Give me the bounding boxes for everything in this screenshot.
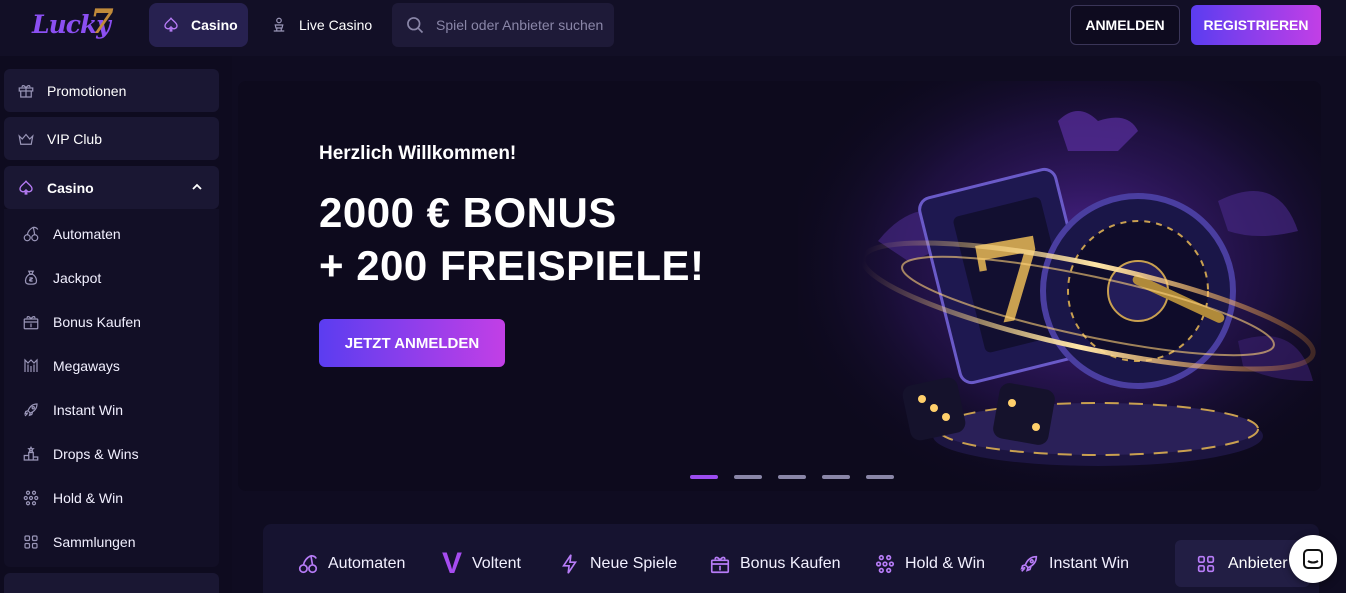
gift-dollar-icon xyxy=(23,316,39,330)
spade-icon xyxy=(19,179,33,195)
submenu-item-drops-wins[interactable]: Drops & Wins xyxy=(22,444,139,464)
submenu-item-label: Megaways xyxy=(53,358,120,374)
submenu-item-label: Bonus Kaufen xyxy=(53,314,141,330)
slot-machine-illustration: 7 xyxy=(798,81,1321,491)
rocket-icon xyxy=(24,403,38,417)
submenu-item-megaways[interactable]: Megaways xyxy=(22,356,120,376)
cherry-icon xyxy=(298,554,318,574)
search-icon xyxy=(407,17,424,34)
voltent-v-logo: V xyxy=(442,547,463,580)
submenu-item-label: Sammlungen xyxy=(53,534,136,550)
submenu-item-hold-win[interactable]: Hold & Win xyxy=(22,488,123,508)
tab-casino-label: Casino xyxy=(191,17,238,33)
providers-label: Anbieter xyxy=(1228,554,1288,572)
cherry-icon xyxy=(23,226,39,242)
category-label: Hold & Win xyxy=(905,555,986,572)
dealer-icon xyxy=(273,17,285,32)
category-voltent[interactable]: V Voltent xyxy=(442,547,521,580)
tab-live-casino[interactable]: Live Casino xyxy=(270,3,385,47)
carousel-dot[interactable] xyxy=(866,475,894,479)
submenu-item-bonus-kaufen[interactable]: Bonus Kaufen xyxy=(22,312,141,332)
hero-title: 2000 € BONUS + 200 FREISPIELE! xyxy=(319,186,704,292)
sidebar-item-label: Casino xyxy=(47,179,94,196)
category-label: Instant Win xyxy=(1049,555,1130,572)
submenu-item-label: Instant Win xyxy=(53,402,124,418)
category-bar: Automaten V Voltent Neue Spiele Bonus Ka… xyxy=(263,524,1319,593)
grid-icon xyxy=(24,535,38,549)
carousel-indicators xyxy=(690,475,894,479)
sidebar: Promotionen VIP Club Casino Automaten Ja… xyxy=(0,56,232,593)
top-header: Lucky 7 Casino Live Casino ANMELDEN REGI… xyxy=(0,0,1346,56)
carousel-dot[interactable] xyxy=(690,475,718,479)
money-bag-icon xyxy=(24,270,38,285)
chat-icon xyxy=(1303,549,1323,569)
hero-banner: 7 Herzlich Willkommen! 2000 € BONUS + 20… xyxy=(238,81,1321,491)
dots-grid-icon xyxy=(23,490,39,506)
podium-icon xyxy=(23,445,39,461)
gift-icon xyxy=(18,84,34,98)
hero-subtitle: Herzlich Willkommen! xyxy=(319,143,517,164)
sidebar-item-casino[interactable]: Casino xyxy=(4,166,219,209)
gift-dollar-icon xyxy=(710,556,730,574)
carousel-dot[interactable] xyxy=(822,475,850,479)
submenu-item-instant-win[interactable]: Instant Win xyxy=(22,400,123,420)
rocket-icon xyxy=(1020,555,1038,572)
submenu-item-label: Automaten xyxy=(53,226,121,242)
category-neue-spiele[interactable]: Neue Spiele xyxy=(559,551,677,577)
chat-support-button[interactable] xyxy=(1289,535,1337,583)
carousel-dot[interactable] xyxy=(778,475,806,479)
tab-casino[interactable]: Casino xyxy=(149,3,248,47)
category-instant-win[interactable]: Instant Win xyxy=(1018,551,1129,577)
register-button[interactable]: REGISTRIEREN xyxy=(1191,5,1321,45)
lucky7-logo[interactable]: Lucky 7 xyxy=(30,2,120,44)
submenu-item-sammlungen[interactable]: Sammlungen xyxy=(22,532,136,552)
sidebar-item-next[interactable] xyxy=(4,573,219,593)
crown-icon xyxy=(18,133,34,145)
submenu-item-automaten[interactable]: Automaten xyxy=(22,224,121,244)
submenu-item-label: Drops & Wins xyxy=(53,446,139,462)
main-content: 7 Herzlich Willkommen! 2000 € BONUS + 20… xyxy=(232,56,1346,593)
hero-title-line1: 2000 € BONUS xyxy=(319,189,617,236)
dots-grid-icon xyxy=(875,554,895,574)
search-box[interactable] xyxy=(392,3,614,47)
category-label: Voltent xyxy=(472,555,521,572)
category-label: Bonus Kaufen xyxy=(740,555,841,572)
login-button[interactable]: ANMELDEN xyxy=(1070,5,1180,45)
submenu-item-label: Jackpot xyxy=(53,270,102,286)
tab-live-casino-label: Live Casino xyxy=(299,17,373,33)
category-label: Automaten xyxy=(328,555,406,572)
carousel-dot[interactable] xyxy=(734,475,762,479)
signup-now-button[interactable]: JETZT ANMELDEN xyxy=(319,319,505,367)
submenu-item-label: Hold & Win xyxy=(53,490,124,506)
spade-icon xyxy=(164,17,178,32)
search-input[interactable] xyxy=(436,17,606,33)
sidebar-item-promotionen[interactable]: Promotionen xyxy=(4,69,219,112)
casino-submenu: Automaten Jackpot Bonus Kaufen Megaways … xyxy=(4,209,219,567)
chevron-up-icon[interactable] xyxy=(191,181,203,193)
category-automaten[interactable]: Automaten xyxy=(297,551,405,577)
logo-seven: 7 xyxy=(90,2,114,42)
sidebar-item-label: Promotionen xyxy=(47,82,127,99)
hero-title-line2: + 200 FREISPIELE! xyxy=(319,242,705,289)
lightning-icon xyxy=(562,554,578,574)
category-hold-win[interactable]: Hold & Win xyxy=(874,551,985,577)
grid-icon xyxy=(1197,555,1215,572)
megaways-icon xyxy=(24,358,38,372)
category-label: Neue Spiele xyxy=(590,555,678,572)
submenu-item-jackpot[interactable]: Jackpot xyxy=(22,268,101,288)
sidebar-item-vip-club[interactable]: VIP Club xyxy=(4,117,219,160)
category-bonus-kaufen[interactable]: Bonus Kaufen xyxy=(709,551,841,577)
sidebar-item-label: VIP Club xyxy=(47,130,102,147)
